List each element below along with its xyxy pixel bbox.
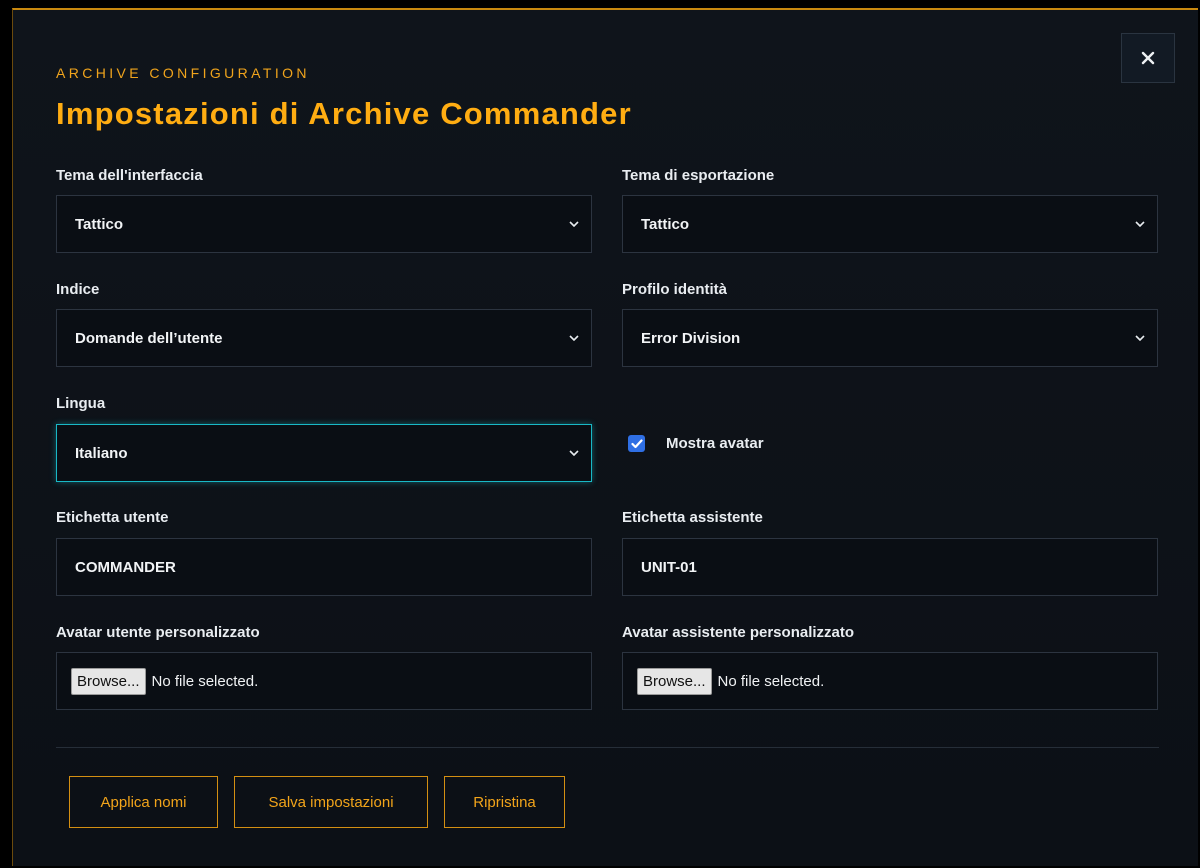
- section-divider: [56, 747, 1159, 748]
- show-avatar-label: Mostra avatar: [666, 435, 764, 452]
- language-select[interactable]: Italiano: [56, 424, 592, 482]
- user-label-label: Etichetta utente: [56, 509, 169, 526]
- user-avatar-browse-button[interactable]: Browse...: [71, 667, 146, 695]
- checkmark-icon: [630, 438, 643, 448]
- user-avatar-file-status: No file selected.: [151, 672, 259, 690]
- assistant-avatar-file-input: Browse... No file selected.: [622, 652, 1158, 710]
- settings-modal: ARCHIVE CONFIGURATION Impostazioni di Ar…: [12, 8, 1198, 866]
- show-avatar-checkbox[interactable]: [628, 435, 645, 452]
- section-eyebrow: ARCHIVE CONFIGURATION: [56, 65, 310, 81]
- apply-names-button[interactable]: Applica nomi: [69, 776, 218, 828]
- chevron-down-icon: [569, 221, 579, 227]
- save-settings-button[interactable]: Salva impostazioni: [234, 776, 428, 828]
- close-button[interactable]: [1121, 33, 1175, 83]
- user-avatar-file-input: Browse... No file selected.: [56, 652, 592, 710]
- assistant-avatar-browse-button[interactable]: Browse...: [637, 667, 712, 695]
- assistant-label-input[interactable]: UNIT-01: [622, 538, 1158, 596]
- identity-profile-value: Error Division: [641, 329, 741, 347]
- identity-profile-label: Profilo identità: [622, 281, 727, 298]
- index-value: Domande dell’utente: [75, 329, 223, 347]
- export-theme-select[interactable]: Tattico: [622, 195, 1158, 253]
- show-avatar-row: Mostra avatar: [628, 435, 764, 452]
- assistant-label-label: Etichetta assistente: [622, 509, 763, 526]
- chevron-down-icon: [1135, 335, 1145, 341]
- user-avatar-label: Avatar utente personalizzato: [56, 624, 260, 641]
- index-select[interactable]: Domande dell’utente: [56, 309, 592, 367]
- assistant-avatar-file-status: No file selected.: [717, 672, 825, 690]
- export-theme-value: Tattico: [641, 215, 690, 233]
- interface-theme-value: Tattico: [75, 215, 124, 233]
- assistant-avatar-label: Avatar assistente personalizzato: [622, 624, 855, 641]
- chevron-down-icon: [1135, 221, 1145, 227]
- close-icon: [1141, 51, 1155, 65]
- page-title: Impostazioni di Archive Commander: [56, 96, 632, 131]
- assistant-label-value: UNIT-01: [641, 558, 697, 576]
- index-label: Indice: [56, 281, 100, 298]
- user-label-value: COMMANDER: [75, 558, 176, 576]
- export-theme-label: Tema di esportazione: [622, 167, 775, 184]
- user-label-input[interactable]: COMMANDER: [56, 538, 592, 596]
- interface-theme-select[interactable]: Tattico: [56, 195, 592, 253]
- interface-theme-label: Tema dell'interfaccia: [56, 167, 203, 184]
- language-label: Lingua: [56, 395, 106, 412]
- chevron-down-icon: [569, 335, 579, 341]
- language-value: Italiano: [75, 444, 128, 462]
- chevron-down-icon: [569, 450, 579, 456]
- reset-button[interactable]: Ripristina: [444, 776, 565, 828]
- identity-profile-select[interactable]: Error Division: [622, 309, 1158, 367]
